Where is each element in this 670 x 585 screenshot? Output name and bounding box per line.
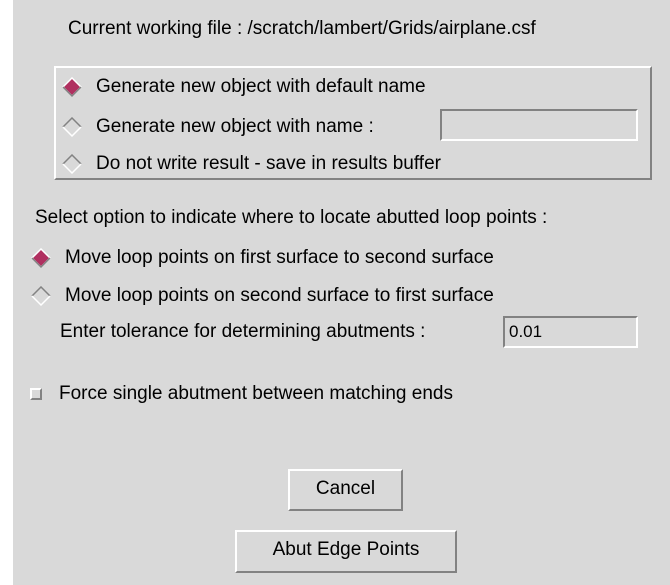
radio-results-buffer[interactable]: Do not write result - save in results bu… [62, 153, 441, 175]
radio-unselected-icon [31, 286, 51, 306]
checkbox-box [30, 388, 42, 400]
abut-edge-points-button[interactable]: Abut Edge Points [235, 530, 457, 573]
object-name-input[interactable] [440, 109, 638, 141]
locate-prompt-label: Select option to indicate where to locat… [35, 207, 548, 228]
force-single-abutment-checkbox[interactable]: Force single abutment between matching e… [30, 383, 453, 405]
radio-selected-icon [62, 77, 82, 97]
radio-unselected-icon [62, 154, 82, 174]
window-left-edge [0, 0, 13, 585]
abut-edge-points-panel: Current working file : /scratch/lambert/… [13, 0, 670, 585]
radio-named-object[interactable]: Generate new object with name : [62, 116, 374, 138]
radio-selected-icon [31, 248, 51, 268]
tolerance-input[interactable] [503, 316, 638, 348]
force-single-abutment-label: Force single abutment between matching e… [59, 383, 453, 404]
radio-move-second-to-first[interactable]: Move loop points on second surface to fi… [31, 285, 494, 307]
radio-default-name[interactable]: Generate new object with default name [62, 76, 426, 98]
radio-results-buffer-label: Do not write result - save in results bu… [96, 153, 441, 174]
current-file-label: Current working file : /scratch/lambert/… [68, 18, 536, 39]
cancel-button[interactable]: Cancel [288, 469, 403, 511]
radio-move-first-to-second[interactable]: Move loop points on first surface to sec… [31, 247, 494, 269]
radio-unselected-icon [62, 117, 82, 137]
radio-move-second-to-first-label: Move loop points on second surface to fi… [65, 285, 494, 306]
tolerance-label: Enter tolerance for determining abutment… [60, 321, 426, 342]
radio-move-first-to-second-label: Move loop points on first surface to sec… [65, 247, 494, 268]
radio-named-object-label: Generate new object with name : [96, 116, 374, 137]
radio-default-name-label: Generate new object with default name [96, 76, 426, 97]
